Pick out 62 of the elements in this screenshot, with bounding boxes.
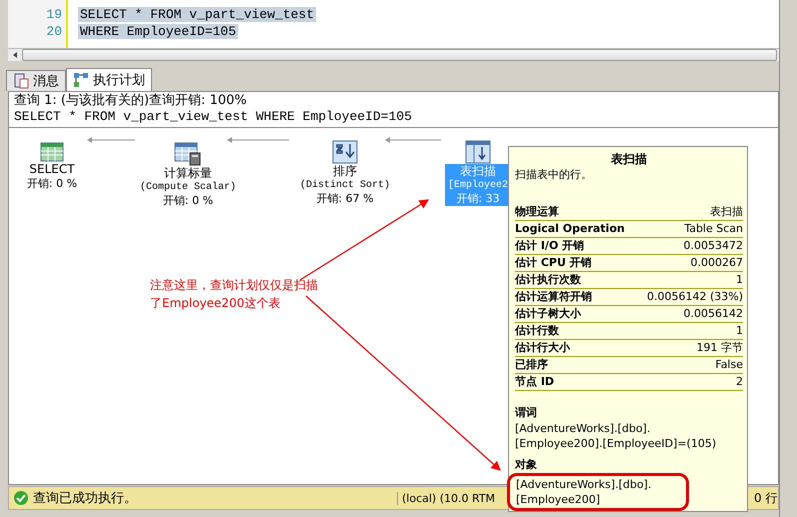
tab[interactable]: 消息 bbox=[6, 70, 66, 91]
table-scan-icon bbox=[465, 140, 491, 164]
section-heading: 对象 bbox=[515, 457, 538, 473]
tab[interactable]: 执行计划 bbox=[66, 68, 152, 91]
plan-node-label[interactable]: 计算标量 (Compute Scalar) 开销: 0 % bbox=[136, 166, 239, 208]
flow-arrow bbox=[87, 137, 136, 143]
horizontal-scrollbar[interactable] bbox=[8, 48, 779, 61]
flow-arrow bbox=[385, 137, 442, 143]
property-label: Logical Operation bbox=[515, 221, 625, 237]
plan-node-label[interactable]: SELECT 开销: 0 % bbox=[22, 162, 82, 191]
operator-name: 计算标量 bbox=[162, 166, 213, 181]
property-label: 估计执行次数 bbox=[515, 272, 581, 288]
property-label: 估计子树大小 bbox=[515, 306, 581, 322]
annotation-note: 注意这里，查询计划仅仅是扫描了Employee200这个表 bbox=[150, 277, 319, 312]
section-text: [AdventureWorks].[dbo]. [Employee200].[EmployeeID]=(105) bbox=[515, 421, 718, 451]
flow-arrow bbox=[227, 137, 290, 143]
operator-name: 排序 bbox=[332, 164, 358, 179]
operator-name: 表扫描 bbox=[458, 164, 497, 179]
property-label: 节点 ID bbox=[515, 374, 554, 390]
table-icon bbox=[40, 140, 64, 162]
line-number: 19 bbox=[45, 6, 63, 23]
success-check-icon bbox=[13, 490, 29, 506]
messages-icon bbox=[13, 73, 29, 89]
line-number: 20 bbox=[45, 23, 63, 40]
plan-node-label[interactable]: 排序 (Distinct Sort) 开销: 67 % bbox=[296, 164, 393, 206]
table-calculator-icon bbox=[174, 140, 202, 166]
property-label: 物理运算 bbox=[515, 204, 559, 220]
property-label: 已排序 bbox=[515, 357, 548, 373]
section-heading: 谓词 bbox=[515, 405, 538, 421]
plan-icon bbox=[73, 72, 89, 88]
tooltip-title: 表扫描 bbox=[610, 151, 648, 167]
property-label: 估计 CPU 开销 bbox=[515, 255, 592, 271]
property-label: 估计运算符开销 bbox=[515, 289, 592, 305]
section-text: [AdventureWorks].[dbo]. [Employee200] bbox=[507, 473, 689, 511]
operator-cost: 开销: 0 % bbox=[26, 177, 78, 191]
operator-subtitle: (Distinct Sort) bbox=[300, 179, 390, 192]
query-text: SELECT * FROM v_part_view_test WHERE EmployeeID=105 bbox=[13, 109, 413, 125]
row-count: 0 行 bbox=[753, 490, 778, 506]
property-value: 191 字节 bbox=[696, 340, 743, 356]
query-text: 查询 1: (与该批有关的)查询开销: 100% bbox=[13, 93, 248, 109]
property-value: 1 bbox=[736, 272, 743, 288]
property-label: 估计 I/O 开销 bbox=[515, 238, 584, 254]
sort-icon bbox=[332, 140, 358, 164]
property-value: 0.000267 bbox=[690, 255, 743, 271]
property-value: 1 bbox=[736, 323, 743, 339]
tooltip-description: 扫描表中的行。 bbox=[515, 167, 593, 182]
property-value: Table Scan bbox=[684, 221, 743, 237]
operator-cost: 开销: 0 % bbox=[162, 194, 214, 208]
property-value: 0.0056142 (33%) bbox=[646, 289, 743, 305]
operator-subtitle: [Employee2 bbox=[448, 179, 508, 192]
property-value: 表扫描 bbox=[710, 204, 743, 220]
property-value: 0.0053472 bbox=[684, 238, 743, 254]
operator-subtitle: (Compute Scalar) bbox=[140, 181, 236, 194]
property-value: False bbox=[715, 357, 743, 373]
property-value: 2 bbox=[736, 374, 743, 390]
operator-cost: 开销: 67 % bbox=[316, 192, 374, 206]
status-message: 查询已成功执行。 bbox=[33, 490, 137, 507]
operator-name: SELECT bbox=[28, 162, 76, 177]
property-value: 0.0056142 bbox=[684, 306, 743, 322]
property-label: 估计行大小 bbox=[515, 340, 570, 356]
operator-cost: 开销: 33 bbox=[456, 192, 500, 206]
property-label: 估计行数 bbox=[515, 323, 559, 339]
